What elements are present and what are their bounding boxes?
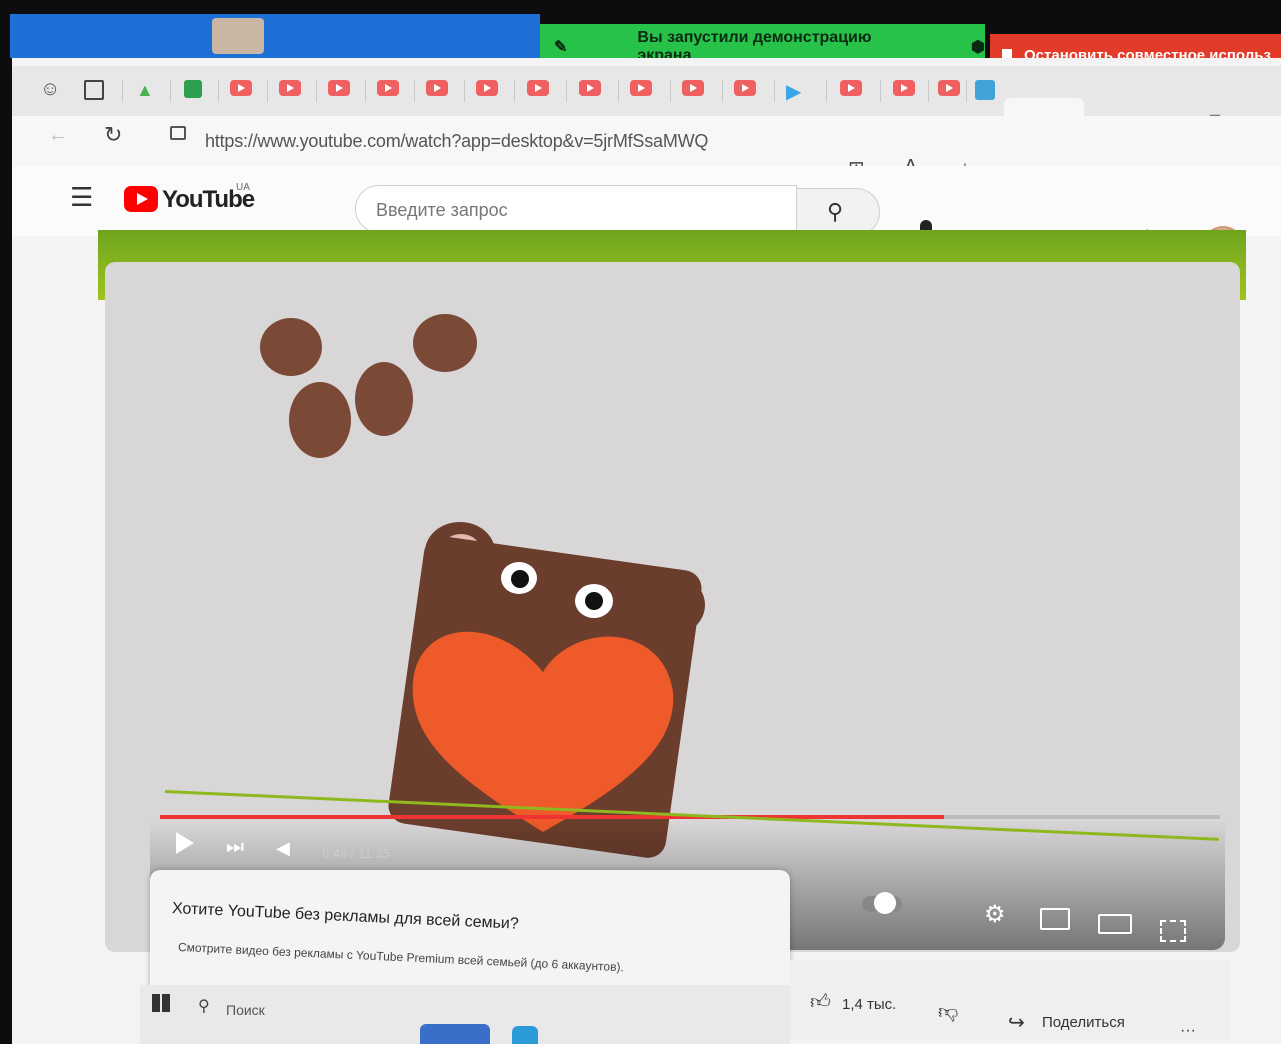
paper-circle (289, 382, 351, 458)
youtube-tab-icon (734, 80, 756, 96)
tab-play-store[interactable]: ▶ (786, 79, 801, 104)
youtube-tab-icon (426, 80, 448, 96)
youtube-tab-icon (938, 80, 960, 96)
bear-pupil-left (511, 570, 529, 588)
tab-separator (880, 80, 881, 102)
youtube-tab-icon (893, 80, 915, 96)
tab-separator (170, 80, 171, 102)
refresh-icon[interactable]: ↻ (104, 122, 122, 148)
tab-separator (670, 80, 671, 102)
tab-youtube[interactable] (579, 80, 603, 98)
tab-separator (267, 80, 268, 102)
dislike-icon[interactable]: 👎︎ (938, 1000, 958, 1024)
tab-drive[interactable]: ▲ (136, 80, 154, 101)
promo-subtitle: Смотрите видео без рекламы с YouTube Pre… (177, 940, 625, 975)
youtube-tab-icon (579, 80, 601, 96)
tab-app[interactable] (975, 80, 995, 100)
tab-separator (514, 80, 515, 102)
tab-youtube[interactable] (893, 80, 917, 98)
heart-shape (412, 631, 674, 832)
taskbar-app-icon[interactable] (420, 1024, 490, 1044)
tab-separator (722, 80, 723, 102)
share-label[interactable]: Поделиться (1042, 1014, 1125, 1031)
share-icon[interactable]: ↪ (1008, 1010, 1025, 1035)
tab-separator (365, 80, 366, 102)
tab-separator (826, 80, 827, 102)
youtube-tab-icon (279, 80, 301, 96)
settings-gear-icon[interactable]: ⚙ (984, 900, 1006, 929)
paper-circle (355, 362, 413, 436)
avatar-thumb (212, 18, 264, 54)
autoplay-knob (874, 892, 896, 914)
profile-icon[interactable]: ☺ (40, 78, 60, 101)
tab-separator (566, 80, 567, 102)
volume-icon[interactable]: ◀ (276, 838, 290, 859)
taskbar-top-strip (10, 14, 540, 58)
theater-mode-icon[interactable] (1098, 914, 1132, 934)
youtube-tab-icon (682, 80, 704, 96)
youtube-tab-icon (840, 80, 862, 96)
tab-youtube[interactable] (426, 80, 450, 98)
tab-sheets[interactable] (184, 80, 202, 98)
youtube-tab-icon (527, 80, 549, 96)
url-field[interactable]: https://www.youtube.com/watch?app=deskto… (205, 131, 708, 152)
youtube-tab-icon (328, 80, 350, 96)
youtube-logo-play-icon (137, 193, 148, 205)
back-icon[interactable]: ← (48, 124, 68, 147)
youtube-tab-icon (377, 80, 399, 96)
tab-youtube[interactable] (734, 80, 758, 98)
promo-title: Хотите YouTube без рекламы для всей семь… (171, 900, 520, 933)
tab-youtube[interactable] (328, 80, 352, 98)
search-placeholder: Введите запрос (376, 200, 508, 220)
like-count[interactable]: 1,4 тыс. (842, 996, 896, 1013)
tab-separator (928, 80, 929, 102)
tab-youtube[interactable] (230, 80, 254, 98)
play-icon[interactable] (176, 832, 194, 854)
search-button[interactable]: ⚲ (796, 188, 880, 236)
tab-youtube[interactable] (682, 80, 706, 98)
search-input[interactable]: Введите запрос (355, 185, 797, 233)
miniplayer-icon[interactable] (1040, 908, 1070, 930)
youtube-tab-icon (476, 80, 498, 96)
time-display: 8:49 / 11:35 (322, 846, 390, 861)
tab-separator (316, 80, 317, 102)
tab-separator (414, 80, 415, 102)
more-actions-icon[interactable]: ··· (1180, 1022, 1196, 1040)
tab-youtube[interactable] (476, 80, 500, 98)
tab-separator (122, 80, 123, 102)
tab-actions-icon[interactable] (84, 80, 104, 100)
progress-bar-remaining[interactable] (944, 815, 1220, 819)
search-icon: ⚲ (827, 199, 844, 224)
tab-youtube[interactable] (527, 80, 551, 98)
tab-youtube[interactable] (840, 80, 864, 98)
youtube-tab-icon (630, 80, 652, 96)
tab-youtube[interactable] (377, 80, 401, 98)
taskbar-search-label[interactable]: Поиск (226, 1002, 265, 1018)
progress-bar-played[interactable] (160, 815, 944, 819)
paper-circle (260, 318, 322, 376)
taskbar-app-icon[interactable] (512, 1026, 538, 1044)
tab-separator (464, 80, 465, 102)
paper-circle (413, 314, 477, 372)
shield-icon: ⬢ (971, 39, 985, 56)
tab-separator (966, 80, 967, 102)
lock-icon[interactable] (170, 126, 186, 140)
pin-icon: ✎ (554, 39, 568, 56)
tab-separator (218, 80, 219, 102)
like-icon[interactable]: 👍︎ (810, 990, 831, 1014)
tab-youtube[interactable] (938, 80, 962, 98)
fullscreen-icon[interactable] (1160, 920, 1186, 942)
tab-separator (774, 80, 775, 102)
taskbar-search-icon[interactable]: ⚲ (198, 996, 210, 1016)
tab-youtube[interactable] (630, 80, 654, 98)
tab-separator (618, 80, 619, 102)
menu-icon[interactable]: ☰ (70, 182, 93, 213)
next-icon[interactable]: ⏭︎ (226, 836, 244, 859)
windows-start-icon[interactable] (152, 994, 170, 1012)
region-code: UA (236, 182, 250, 193)
tab-youtube[interactable] (279, 80, 303, 98)
youtube-tab-icon (230, 80, 252, 96)
